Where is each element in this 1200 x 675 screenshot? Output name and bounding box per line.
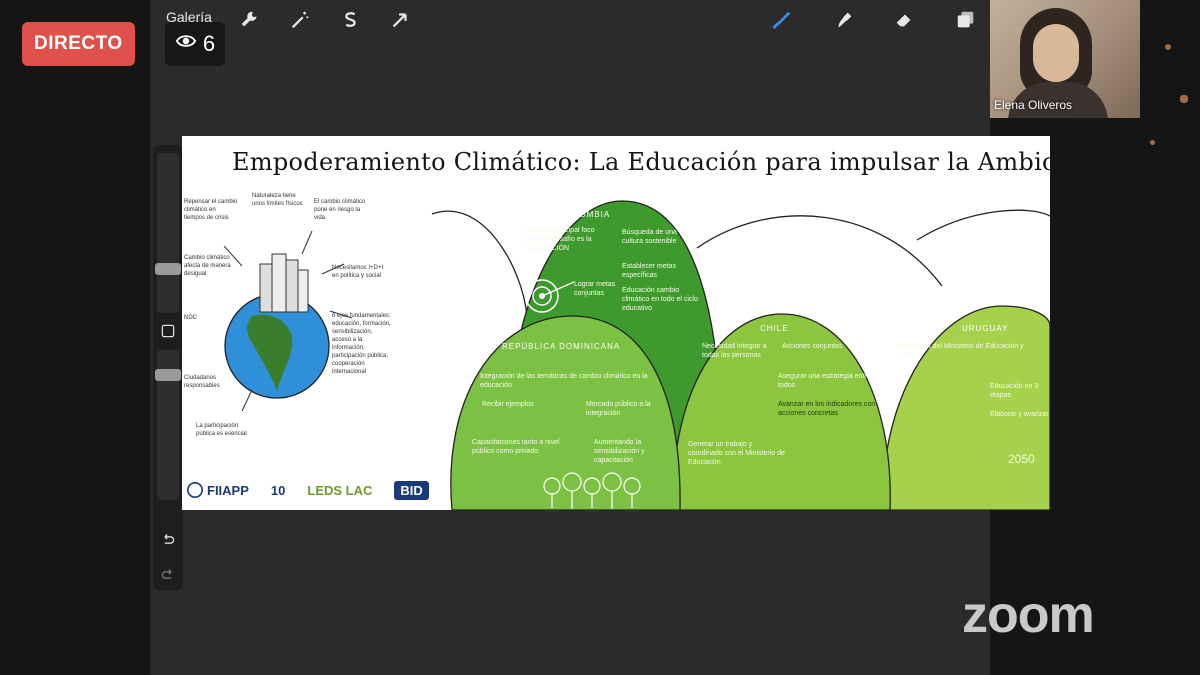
colombia-note: Establecer metas específicas [622,263,677,279]
logo-bid: BID [394,480,429,500]
dominicana-note: Mercado público a la integración [586,401,651,417]
outline-hill [696,215,943,287]
brush-size-knob[interactable] [155,263,181,275]
logo-anniversary: 10 [270,482,286,498]
slide-title: Empoderamiento Climático: La Educación p… [232,148,1050,176]
wrench-icon[interactable] [236,6,264,34]
smudge-icon[interactable] [830,6,858,34]
opacity-knob[interactable] [155,369,181,381]
participant-video[interactable]: Elena Oliveros [990,0,1140,118]
live-badge: DIRECTO [22,22,135,66]
participant-name: Elena Oliveros [994,98,1073,112]
selection-s-icon[interactable] [336,6,364,34]
brush-size-slider[interactable] [157,153,179,313]
chile-note: Asegurar una estrategia entre todos [778,373,871,389]
drawing-toolbar: Galería [150,0,990,40]
brush-icon[interactable] [768,6,796,34]
participant-face [1033,24,1079,82]
outline-hill [916,209,1050,241]
uruguay-note: Elaborar y avanzar [990,411,1049,418]
uruguay-note: Educación en 3 etapas [990,383,1039,399]
left-note: Naturaleza tiene unos límites físicos [252,193,303,207]
brush-size-opacity-sidebar [153,145,183,590]
region-label-uruguay: URUGUAY [962,324,1009,333]
wall-decoration [1150,140,1155,145]
left-note: NDC [184,315,197,321]
arrow-cursor-icon[interactable] [386,6,414,34]
left-note: Ciudadanos responsables [184,375,220,389]
colombia-note: Lograr metas conjuntas [574,281,616,297]
uruguay-year: 2050 [1008,452,1035,466]
left-note: La participación pública es esencial [196,423,247,437]
dominicana-note: Aumentando la sensibilización y capacita… [594,439,645,464]
dominicana-note: Recibir ejemplos [482,401,534,408]
chile-note: Acciones conjuntas [782,343,843,350]
left-black-panel [0,0,150,675]
viewer-count: 6 [202,31,216,56]
uruguay-note: Integración del Ministerio de Educación … [896,343,1024,359]
wall-decoration [1165,44,1171,50]
redo-icon[interactable] [158,565,178,585]
left-note: 6 ejes fundamentales: educación, formaci… [332,313,391,375]
region-label-dominicana: REPÚBLICA DOMINICANA [502,342,621,351]
shared-slide: Empoderamiento Climático: La Educación p… [182,136,1050,510]
left-note: Repensar el cambio climático en tiempos … [184,199,238,221]
eye-icon [175,30,197,58]
dominicana-note: Capacitaciones tanto a nivel público com… [472,439,560,455]
left-note: Necesitamos I+D+I en política y social [332,265,384,279]
wall-decoration [1180,95,1188,103]
chile-note: Avanzar en los indicadores con acciones … [778,401,876,417]
eraser-icon[interactable] [890,6,918,34]
region-label-colombia: COLOMBIA [560,210,611,219]
building-icon [259,263,273,313]
colombia-note: Nuestro principal foco en este desafío e… [527,227,595,252]
colombia-note: Búsqueda de una cultura sostenible [622,229,677,245]
region-label-chile: CHILE [760,324,789,333]
left-note: Cambio climático afecta de manera desigu… [184,255,231,277]
uruguay-hill [881,305,1050,510]
live-badge-label: DIRECTO [34,33,123,54]
chile-note: Generar un trabajo y coordinado con el M… [688,441,785,466]
outline-hill [431,210,528,317]
modify-square-icon[interactable] [158,321,178,341]
magic-wand-icon[interactable] [286,6,314,34]
undo-icon[interactable] [158,530,178,550]
chile-note: Necesidad integrar a todas las personas [702,343,767,359]
dominicana-note: Integración de las temáticas de cambio c… [480,373,648,389]
layers-icon[interactable] [952,6,980,34]
colombia-note: Educación cambio climático en todo el ci… [622,287,698,312]
logo-leds-lac: LEDS LAC [307,482,373,498]
zoom-watermark-logo: zoom [962,586,1095,644]
logo-fiiapp: FIIAPP [186,481,249,499]
viewer-count-badge: 6 [165,22,225,66]
partner-logos: FIIAPP 10 LEDS LAC BID [186,478,429,502]
left-note: El cambio climático pone en riesgo la vi… [314,199,366,221]
